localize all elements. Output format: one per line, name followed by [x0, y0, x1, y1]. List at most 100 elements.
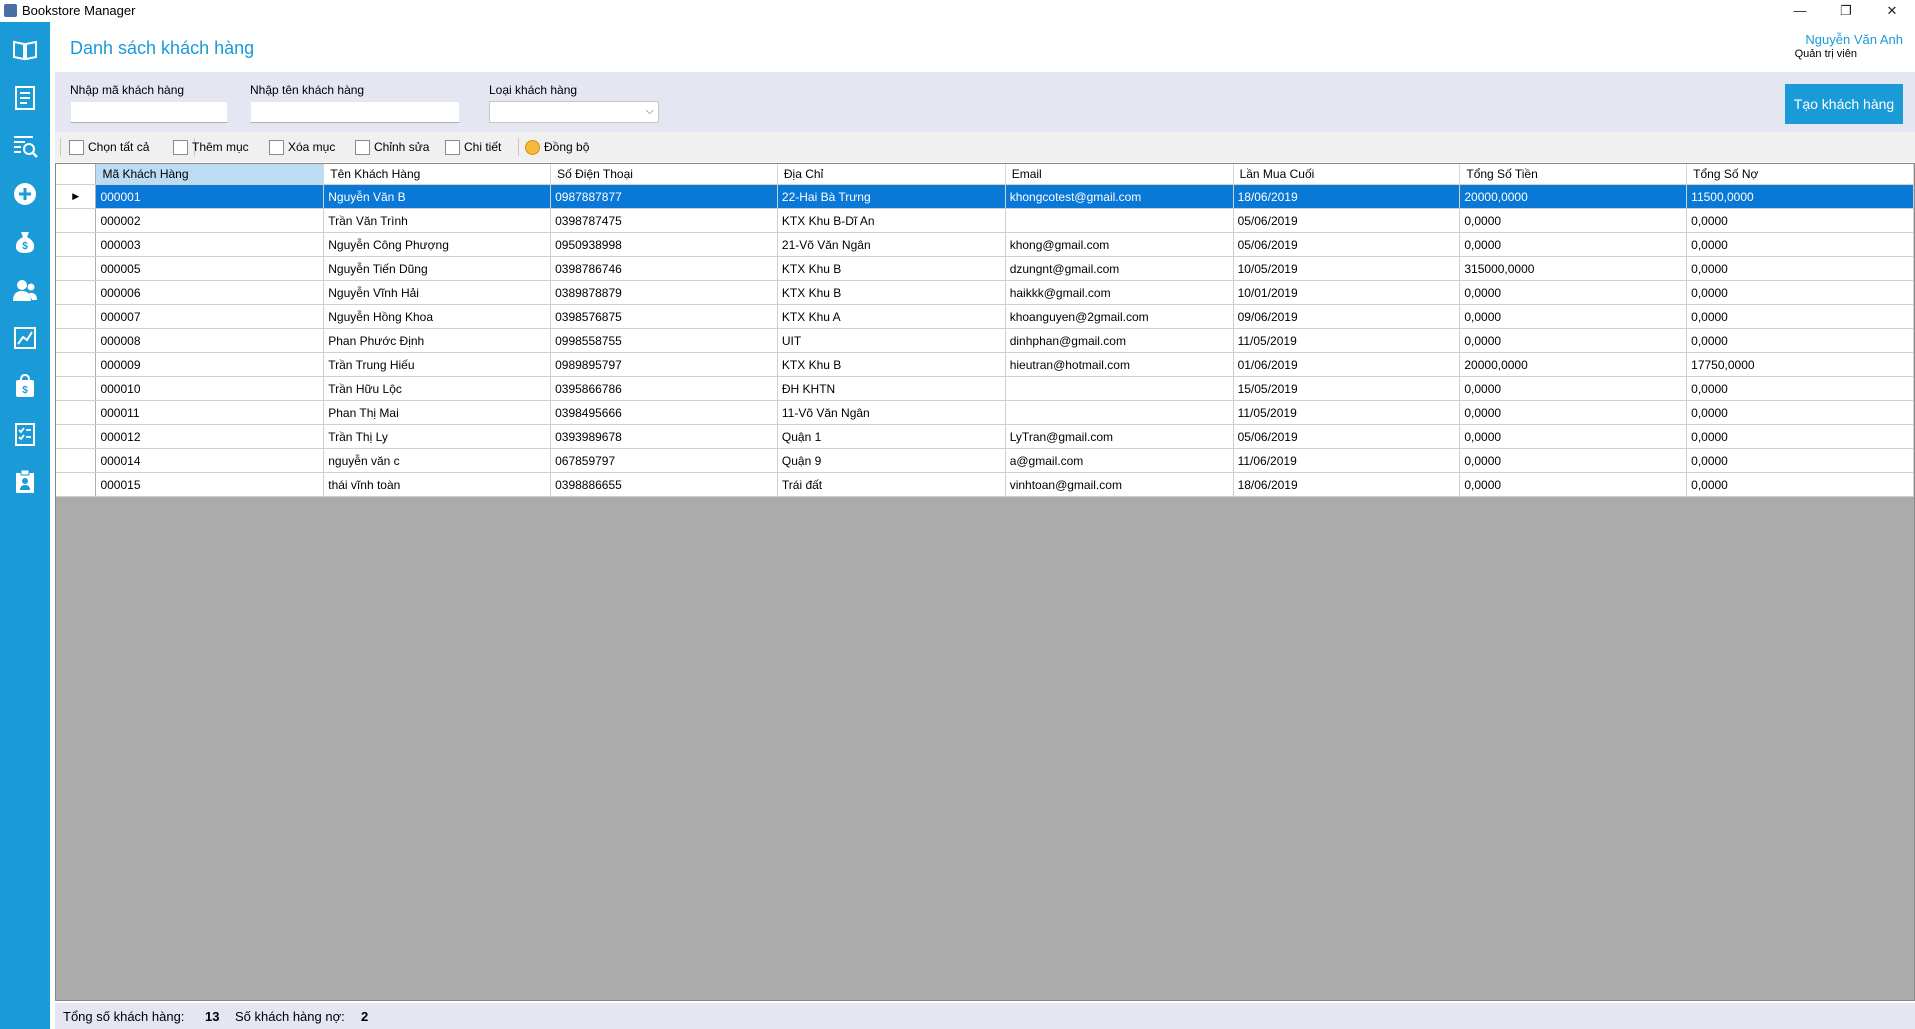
column-header[interactable]: Số Điện Thoại	[550, 164, 778, 185]
table-cell[interactable]: 0,0000	[1459, 304, 1688, 329]
table-cell[interactable]: khoanguyen@2gmail.com	[1005, 304, 1234, 329]
row-header[interactable]	[56, 424, 97, 449]
column-header[interactable]: Email	[1005, 164, 1234, 185]
close-button[interactable]: ✕	[1869, 0, 1915, 22]
table-cell[interactable]: 05/06/2019	[1233, 424, 1461, 449]
row-header[interactable]	[56, 352, 97, 377]
table-cell[interactable]: Trần Trung Hiếu	[323, 352, 552, 377]
table-cell[interactable]: Nguyễn Công Phượng	[323, 232, 552, 257]
customer-grid[interactable]: Mã Khách Hàng Tên Khách Hàng Số Điện Tho…	[55, 163, 1915, 1001]
table-cell[interactable]: dzungnt@gmail.com	[1005, 256, 1234, 281]
table-cell[interactable]: 22-Hai Bà Trưng	[777, 184, 1006, 209]
table-cell[interactable]: Quận 9	[777, 448, 1006, 473]
table-cell[interactable]: 0,0000	[1459, 424, 1688, 449]
row-header[interactable]	[56, 448, 97, 473]
table-cell[interactable]: UIT	[777, 328, 1006, 353]
table-cell[interactable]: 0,0000	[1686, 472, 1914, 497]
table-cell[interactable]: 000007	[95, 304, 325, 329]
table-cell[interactable]: haikkk@gmail.com	[1005, 280, 1234, 305]
table-row[interactable]: 000015 thái vĩnh toàn 0398886655 Trái đất vi…	[56, 472, 1914, 497]
table-cell[interactable]: 09/06/2019	[1233, 304, 1461, 329]
table-cell[interactable]: 000001	[95, 184, 325, 209]
table-row[interactable]: 000005 Nguyễn Tiến Dũng 0398786746 KTX Khu …	[56, 256, 1914, 281]
table-cell[interactable]: 315000,0000	[1459, 256, 1688, 281]
table-row[interactable]: 000002 Trần Văn Trình 0398787475 KTX Khu B-…	[56, 208, 1914, 233]
table-cell[interactable]: 0395866786	[550, 376, 778, 401]
table-cell[interactable]: 0998558755	[550, 328, 778, 353]
sync-button[interactable]: Đồng bộ	[525, 137, 589, 157]
row-header[interactable]	[56, 280, 97, 305]
detail-button[interactable]: Chi tiết	[445, 137, 501, 157]
table-cell[interactable]: Nguyễn Văn B	[323, 184, 552, 209]
select-all-button[interactable]: Chọn tất cả	[69, 137, 149, 157]
table-cell[interactable]: 0,0000	[1686, 232, 1914, 257]
customer-type-select[interactable]: ⌵	[489, 101, 659, 123]
table-row[interactable]: ▶ 000001 Nguyễn Văn B 0987887877 22-Hai Bà T…	[56, 184, 1914, 209]
table-cell[interactable]: 05/06/2019	[1233, 208, 1461, 233]
table-cell[interactable]: 0,0000	[1686, 376, 1914, 401]
table-row[interactable]: 000012 Trần Thị Ly 0393989678 Quận 1 LyTran@…	[56, 424, 1914, 449]
row-header[interactable]	[56, 400, 97, 425]
table-cell[interactable]: nguyễn văn c	[323, 448, 552, 473]
table-cell[interactable]: 15/05/2019	[1233, 376, 1461, 401]
table-cell[interactable]: Trần Hữu Lộc	[323, 376, 552, 401]
table-cell[interactable]: Phan Phước Định	[323, 328, 552, 353]
table-cell[interactable]: 000003	[95, 232, 325, 257]
table-cell[interactable]: 0,0000	[1686, 280, 1914, 305]
table-cell[interactable]: 01/06/2019	[1233, 352, 1461, 377]
row-header[interactable]	[56, 232, 97, 257]
column-header[interactable]: Lần Mua Cuối	[1233, 164, 1461, 185]
table-cell[interactable]: 000014	[95, 448, 325, 473]
delete-item-button[interactable]: Xóa mục	[269, 137, 335, 157]
row-header[interactable]	[56, 328, 97, 353]
table-cell[interactable]: Nguyễn Hồng Khoa	[323, 304, 552, 329]
table-cell[interactable]	[1005, 400, 1234, 425]
table-cell[interactable]: 0398886655	[550, 472, 778, 497]
user-name[interactable]: Nguyễn Văn Anh	[1805, 32, 1903, 47]
table-cell[interactable]: 0398576875	[550, 304, 778, 329]
table-cell[interactable]: 000011	[95, 400, 325, 425]
table-cell[interactable]: 0,0000	[1686, 304, 1914, 329]
table-cell[interactable]: thái vĩnh toàn	[323, 472, 552, 497]
table-cell[interactable]: KTX Khu B	[777, 256, 1006, 281]
table-cell[interactable]: Phan Thị Mai	[323, 400, 552, 425]
table-cell[interactable]: 000010	[95, 376, 325, 401]
row-header[interactable]	[56, 376, 97, 401]
table-cell[interactable]: KTX Khu B-Dĩ An	[777, 208, 1006, 233]
table-row[interactable]: 000014 nguyễn văn c 067859797 Quận 9 a@gmail…	[56, 448, 1914, 473]
table-cell[interactable]: vinhtoan@gmail.com	[1005, 472, 1234, 497]
table-cell[interactable]: Trái đất	[777, 472, 1006, 497]
table-cell[interactable]	[1005, 376, 1234, 401]
table-cell[interactable]: 0,0000	[1686, 424, 1914, 449]
table-cell[interactable]: 0,0000	[1459, 280, 1688, 305]
edit-button[interactable]: Chỉnh sửa	[355, 137, 429, 157]
shopping-bag-icon[interactable]: $	[7, 368, 43, 404]
users-icon[interactable]	[7, 272, 43, 308]
table-cell[interactable]: 21-Võ Văn Ngân	[777, 232, 1006, 257]
book-icon[interactable]	[7, 32, 43, 68]
column-header[interactable]: Tên Khách Hàng	[323, 164, 552, 185]
table-cell[interactable]: 0,0000	[1686, 256, 1914, 281]
table-cell[interactable]: KTX Khu B	[777, 352, 1006, 377]
table-cell[interactable]: KTX Khu B	[777, 280, 1006, 305]
row-header[interactable]	[56, 256, 97, 281]
checklist-icon[interactable]	[7, 416, 43, 452]
row-header[interactable]	[56, 472, 97, 497]
table-cell[interactable]: 0,0000	[1686, 448, 1914, 473]
table-cell[interactable]: a@gmail.com	[1005, 448, 1234, 473]
row-header[interactable]	[56, 304, 97, 329]
table-cell[interactable]: 0,0000	[1686, 328, 1914, 353]
table-cell[interactable]: 0,0000	[1459, 376, 1688, 401]
table-row[interactable]: 000006 Nguyễn Vĩnh Hải 0389878879 KTX Khu B…	[56, 280, 1914, 305]
column-header[interactable]: Tổng Số Tiền	[1459, 164, 1688, 185]
table-cell[interactable]: 0398787475	[550, 208, 778, 233]
table-cell[interactable]: khong@gmail.com	[1005, 232, 1234, 257]
column-header[interactable]: Tổng Số Nợ	[1686, 164, 1914, 185]
table-cell[interactable]: Trần Thị Ly	[323, 424, 552, 449]
table-cell[interactable]	[1005, 208, 1234, 233]
table-cell[interactable]: 0950938998	[550, 232, 778, 257]
add-item-button[interactable]: Thêm mục	[173, 137, 249, 157]
table-row[interactable]: 000008 Phan Phước Định 0998558755 UIT dinhph…	[56, 328, 1914, 353]
table-cell[interactable]: 10/01/2019	[1233, 280, 1461, 305]
customer-name-input[interactable]	[250, 101, 460, 123]
